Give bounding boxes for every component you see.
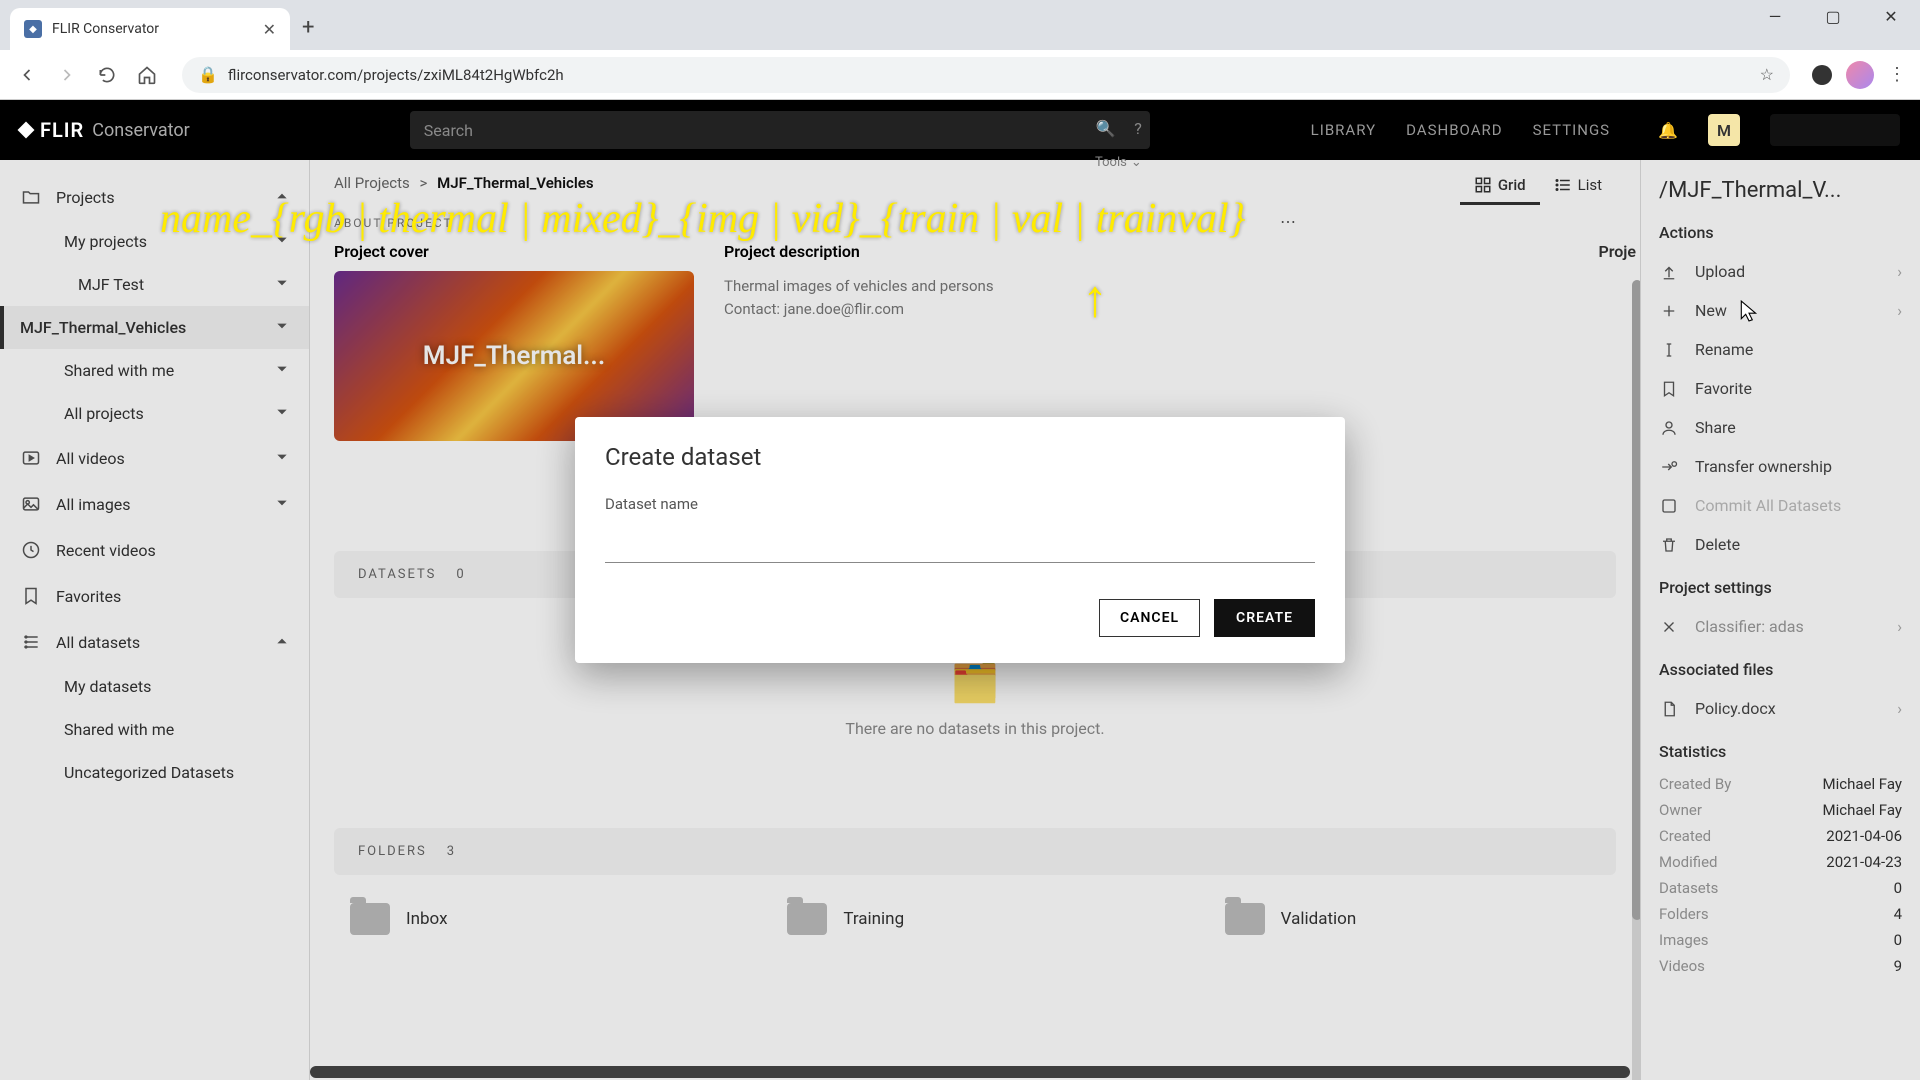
modal-title: Create dataset (605, 443, 1315, 471)
create-dataset-modal: Create dataset Dataset name CANCEL CREAT… (575, 417, 1345, 663)
modal-backdrop: Create dataset Dataset name CANCEL CREAT… (0, 0, 1920, 1080)
cancel-button[interactable]: CANCEL (1099, 599, 1200, 637)
create-button[interactable]: CREATE (1214, 599, 1315, 637)
dataset-name-label: Dataset name (605, 495, 1315, 513)
dataset-name-input[interactable] (605, 521, 1315, 563)
